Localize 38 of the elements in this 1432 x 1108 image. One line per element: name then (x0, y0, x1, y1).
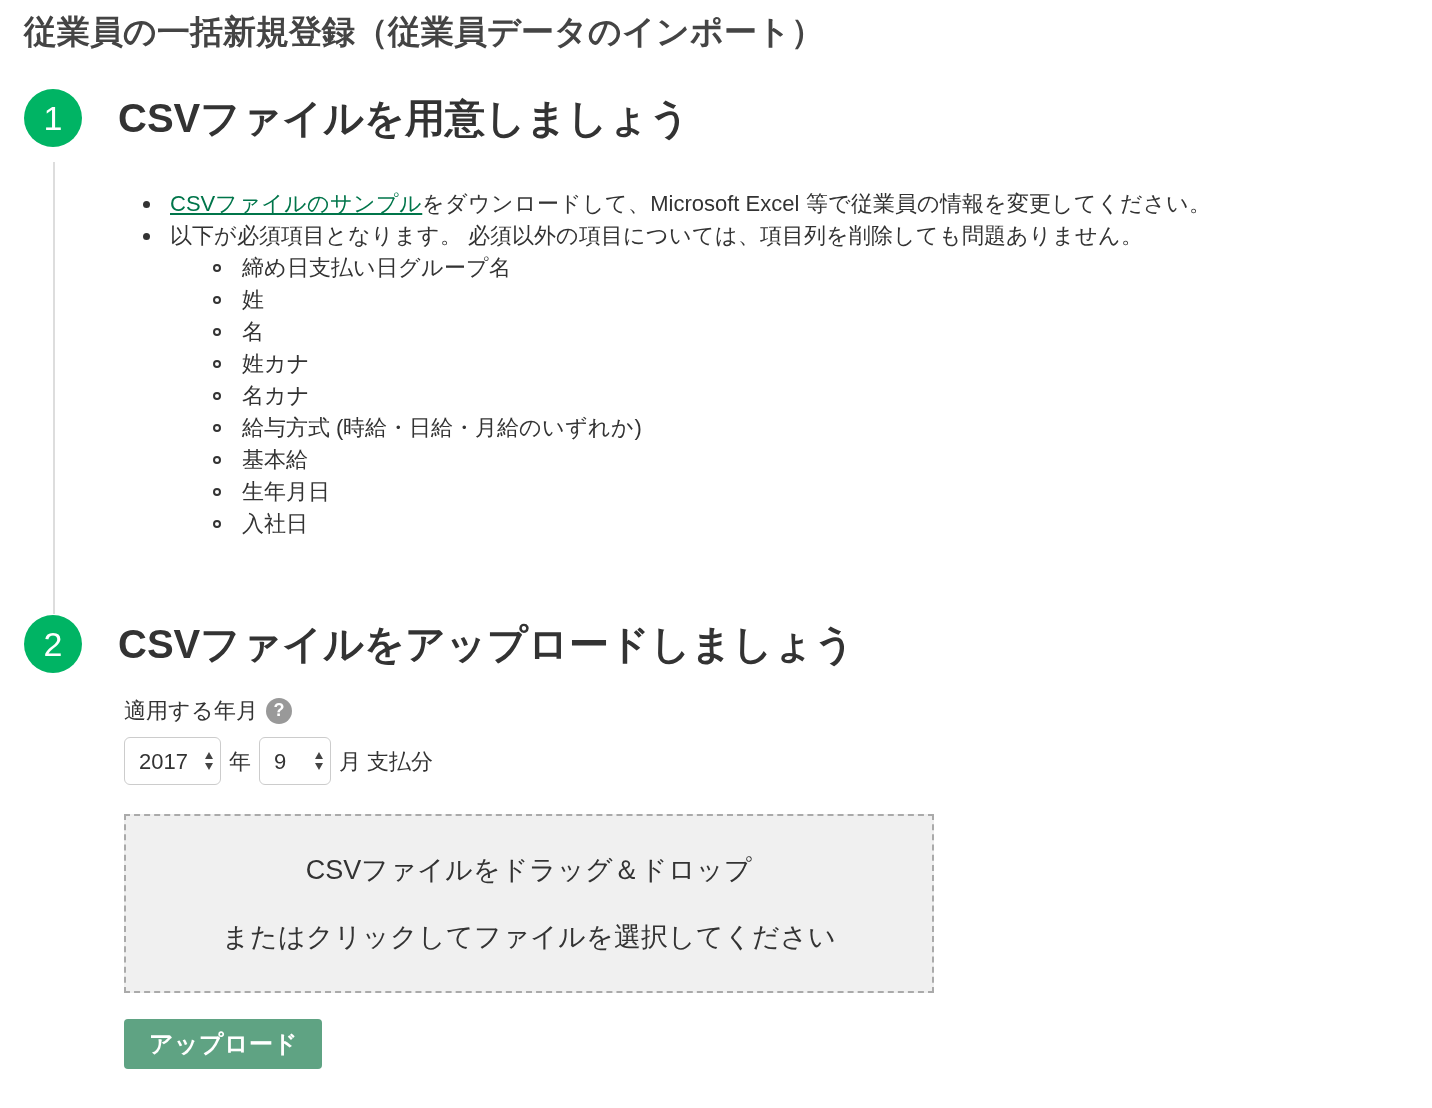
bullet-icon (143, 232, 150, 240)
required-field-item: 締め日支払い日グループ名 (242, 254, 511, 282)
required-field-item: 名 (242, 318, 264, 346)
instruction-text: 以下が必須項目となります。 必須以外の項目については、項目列を削除しても問題ありません。 (170, 222, 1144, 250)
required-field-item: 姓 (242, 286, 264, 314)
circle-bullet-icon (213, 296, 221, 304)
dropzone-text: CSVファイルをドラッグ＆ドロップ (305, 854, 753, 887)
circle-bullet-icon (213, 360, 221, 368)
up-down-arrow-icon (314, 750, 324, 772)
bullet-icon (143, 200, 150, 208)
period-label: 適用する年月 (124, 697, 258, 725)
up-down-arrow-icon (204, 750, 214, 772)
required-field-item: 給与方式 (時給・日給・月給のいずれか) (242, 414, 642, 442)
step-title: CSVファイルを用意しましょう (118, 95, 691, 142)
circle-bullet-icon (213, 488, 221, 496)
required-field-item: 生年月日 (242, 478, 330, 506)
page-title: 従業員の一括新規登録（従業員データのインポート） (24, 12, 825, 52)
file-dropzone[interactable]: CSVファイルをドラッグ＆ドロップ またはクリックしてファイルを選択してください (124, 814, 934, 993)
sample-link[interactable]: CSVファイルのサンプル (170, 191, 423, 216)
circle-bullet-icon (213, 456, 221, 464)
circle-bullet-icon (213, 328, 221, 336)
dropzone-text: またはクリックしてファイルを選択してください (222, 920, 836, 954)
select-field[interactable]: 9 (259, 737, 331, 785)
required-field-item: 姓カナ (242, 350, 310, 378)
month-unit: 月 支払分 (339, 747, 434, 776)
year-unit: 年 (229, 747, 251, 776)
instruction-text: CSVファイルのサンプルをダウンロードして、Microsoft Excel 等で従業員の情報を変更してください。 (170, 190, 1211, 218)
circle-bullet-icon (213, 264, 221, 272)
required-field-item: 名カナ (242, 382, 310, 410)
circle-bullet-icon (213, 520, 221, 528)
step-title: CSVファイルをアップロードしましょう (118, 621, 856, 668)
select-field[interactable]: 2017 (124, 737, 221, 785)
circle-bullet-icon (213, 424, 221, 432)
step-number: 1 (24, 89, 82, 147)
step-number: 2 (24, 615, 82, 673)
required-field-item: 入社日 (242, 510, 308, 538)
circle-bullet-icon (213, 392, 221, 400)
required-field-item: 基本給 (242, 446, 308, 474)
